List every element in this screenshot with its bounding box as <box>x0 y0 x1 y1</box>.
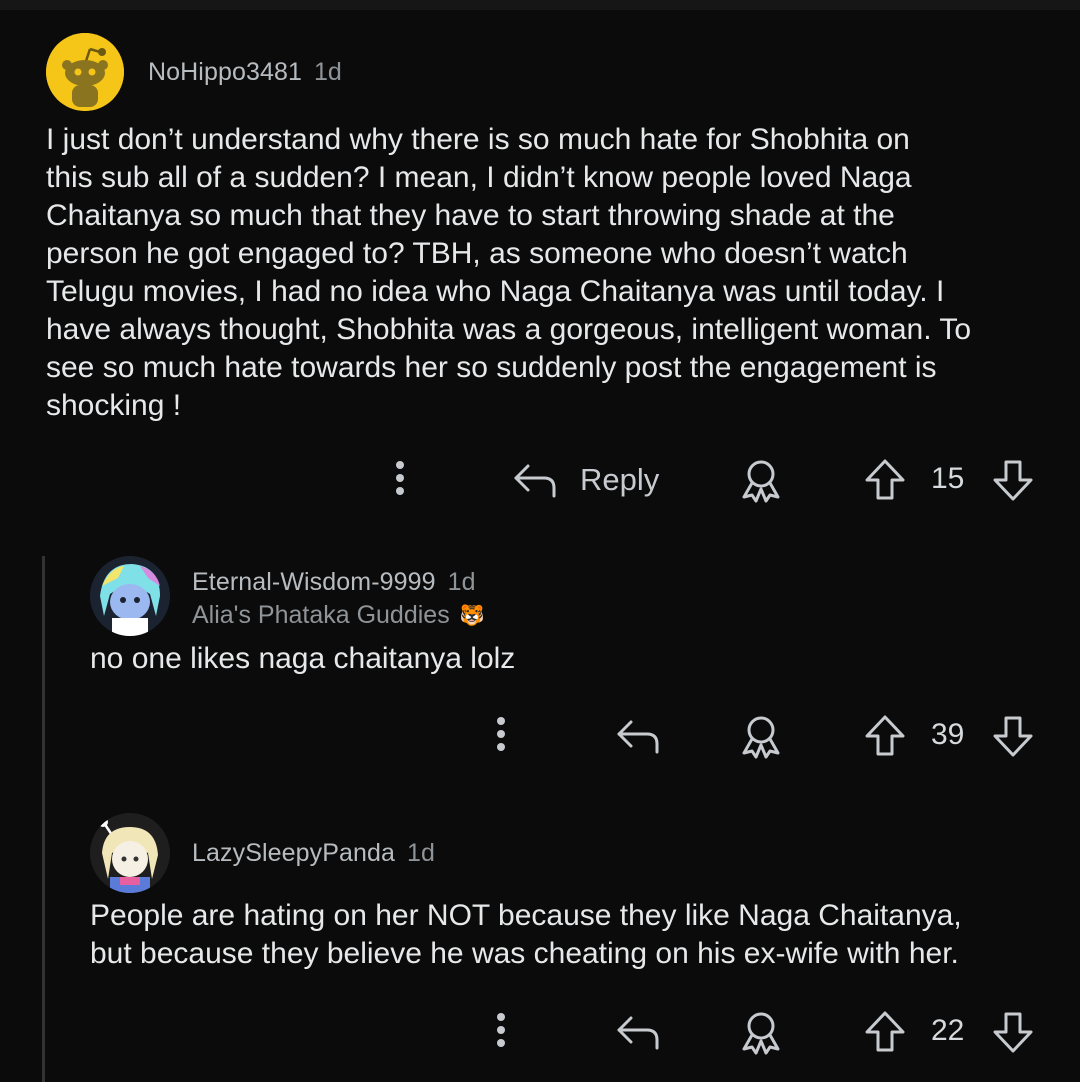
downvote-button[interactable] <box>990 456 1036 504</box>
cartoon-avatar-blonde[interactable] <box>90 813 170 893</box>
more-vertical-icon <box>497 717 505 751</box>
comment-body: I just don’t understand why there is so … <box>46 123 972 422</box>
comment-thread-page: NoHippo3481 1d I just don’t understand w… <box>0 0 1080 1082</box>
downvote-button[interactable] <box>990 1008 1036 1056</box>
user-flair: Alia's Phataka Guddies 🐯 <box>192 601 485 630</box>
reply-arrow-icon <box>617 1016 659 1050</box>
comment-3-actions: 22 <box>0 1006 1080 1056</box>
comment-body: no one likes naga chaitanya lolz <box>90 642 516 675</box>
award-icon <box>742 1012 780 1055</box>
reply-arrow-icon <box>617 720 659 754</box>
award-icon <box>742 716 780 759</box>
downvote-arrow-icon <box>993 460 1033 501</box>
comment-3: LazySleepyPanda 1d People are hating on … <box>90 813 1060 973</box>
comment-author[interactable]: NoHippo3481 <box>148 58 302 87</box>
award-button[interactable] <box>737 1008 785 1056</box>
cartoon-avatar-blue-hair[interactable] <box>90 556 170 636</box>
comment-1: NoHippo3481 1d I just don’t understand w… <box>46 33 1056 425</box>
comment-header: Eternal-Wisdom-9999 1d Alia's Phataka Gu… <box>90 556 1050 636</box>
comment-author[interactable]: Eternal-Wisdom-9999 <box>192 568 436 597</box>
more-options-button[interactable] <box>481 710 521 758</box>
comment-2: Eternal-Wisdom-9999 1d Alia's Phataka Gu… <box>90 556 1050 678</box>
award-button[interactable] <box>737 456 785 504</box>
downvote-arrow-icon <box>993 716 1033 757</box>
reply-button[interactable]: Reply <box>512 456 659 504</box>
more-vertical-icon <box>396 461 404 495</box>
reddit-snoo-avatar[interactable] <box>46 33 124 111</box>
upvote-button[interactable] <box>862 712 908 760</box>
upvote-button[interactable] <box>862 456 908 504</box>
award-button[interactable] <box>737 712 785 760</box>
author-block: Eternal-Wisdom-9999 1d Alia's Phataka Gu… <box>192 568 485 630</box>
more-options-button[interactable] <box>380 454 420 502</box>
thread-line[interactable] <box>42 556 45 1082</box>
upvote-arrow-icon <box>865 459 905 500</box>
reply-button[interactable] <box>614 1008 662 1056</box>
reply-label: Reply <box>580 462 660 497</box>
flair-text: Alia's Phataka Guddies <box>192 601 450 629</box>
comment-header: LazySleepyPanda 1d <box>90 813 1060 893</box>
more-options-button[interactable] <box>481 1006 521 1054</box>
vote-count: 22 <box>931 1014 965 1047</box>
comment-timestamp: 1d <box>407 838 435 867</box>
comment-1-actions: Reply 15 <box>0 454 1080 504</box>
award-icon <box>742 460 780 503</box>
comment-author[interactable]: LazySleepyPanda <box>192 839 395 868</box>
comment-2-actions: 39 <box>0 710 1080 760</box>
tiger-icon: 🐯 <box>459 605 485 627</box>
comment-header: NoHippo3481 1d <box>46 33 1056 111</box>
upvote-button[interactable] <box>862 1008 908 1056</box>
downvote-button[interactable] <box>990 712 1036 760</box>
comment-timestamp: 1d <box>447 568 476 596</box>
vote-count: 15 <box>931 462 965 495</box>
reply-arrow-icon <box>514 464 556 498</box>
vote-count: 39 <box>931 718 965 751</box>
downvote-arrow-icon <box>993 1012 1033 1053</box>
upvote-arrow-icon <box>865 1011 905 1052</box>
comment-timestamp: 1d <box>314 57 342 86</box>
upvote-arrow-icon <box>865 715 905 756</box>
reply-button[interactable] <box>614 712 662 760</box>
top-bar <box>0 0 1080 10</box>
more-vertical-icon <box>497 1013 505 1047</box>
comment-body: People are hating on her NOT because the… <box>90 899 962 970</box>
